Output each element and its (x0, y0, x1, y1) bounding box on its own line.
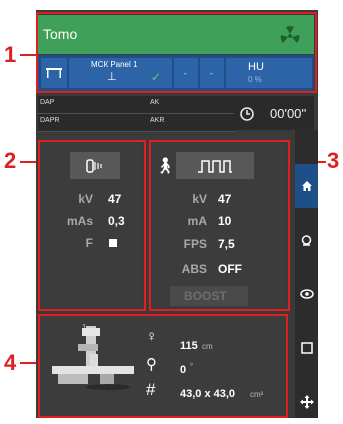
dapr-label: DAPR (40, 117, 60, 124)
timer-value: 00'00'' (270, 106, 307, 121)
callout-4: 4 (4, 350, 17, 375)
dose-row-2: DAPR AKR (38, 114, 234, 132)
eye-icon (299, 289, 314, 299)
clock-icon (240, 107, 254, 121)
highlight-box-3 (149, 140, 290, 311)
highlight-box-4 (38, 314, 288, 418)
dap-label: DAP (40, 99, 55, 106)
dose-row-1: DAP AK (38, 96, 234, 114)
sidebar (295, 130, 318, 418)
highlight-box-2 (38, 140, 146, 311)
move-icon (299, 395, 314, 409)
callout-2: 2 (4, 148, 17, 173)
sidebar-position[interactable] (295, 218, 318, 262)
home-icon (301, 181, 312, 191)
sidebar-window[interactable] (295, 326, 318, 370)
ak-label: AK (150, 99, 160, 106)
highlight-box-1 (36, 12, 317, 93)
exposure-timer: 00'00'' (234, 96, 314, 130)
sidebar-move[interactable] (295, 380, 318, 424)
sidebar-view[interactable] (295, 272, 318, 316)
callout-1-line (20, 54, 36, 56)
lamp-icon (301, 234, 312, 246)
callout-3: 3 (327, 148, 340, 173)
square-icon (300, 342, 313, 354)
akr-label: AKR (150, 117, 165, 124)
sidebar-home[interactable] (295, 164, 318, 208)
callout-1: 1 (4, 42, 17, 67)
